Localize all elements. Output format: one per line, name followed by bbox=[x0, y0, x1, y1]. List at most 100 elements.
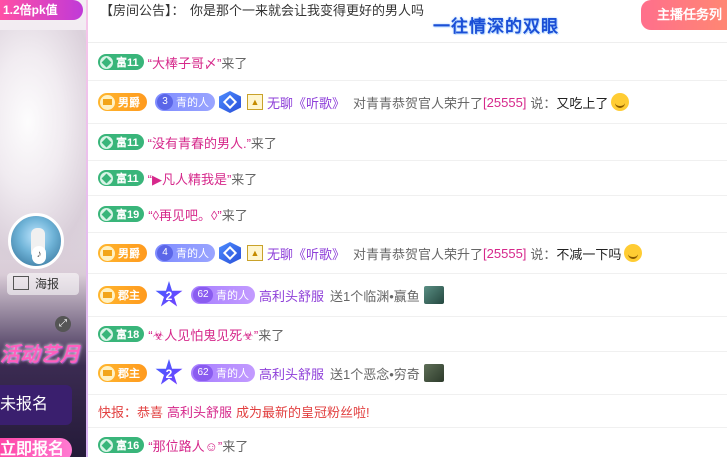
fan-badge: 62 青的人 bbox=[191, 286, 255, 304]
wealth-level: 富11 bbox=[116, 57, 139, 69]
register-button[interactable]: 立即报名 bbox=[0, 438, 72, 457]
chat-row: 郡主 2 62 青的人 高利头舒服 送1个恶念•穷奇 bbox=[88, 352, 727, 395]
image-icon bbox=[13, 276, 29, 290]
crown-icon bbox=[100, 245, 115, 261]
chat-row: 富18 “☣人见怕鬼见死☣” 来了 bbox=[88, 317, 727, 352]
chat-row: 富11 “▶凡人精我是” 来了 bbox=[88, 161, 727, 196]
enter-text: 来了 bbox=[258, 327, 285, 343]
crown-icon bbox=[100, 365, 115, 381]
star-level-icon: 2 bbox=[155, 359, 183, 385]
enter-text: 来了 bbox=[231, 171, 258, 187]
noble-title: 郡主 bbox=[118, 368, 140, 380]
fan-badge: 4 青的人 bbox=[155, 244, 215, 262]
thinking-emoji-icon bbox=[611, 93, 630, 111]
message-text: 又吃上了 bbox=[556, 95, 609, 111]
gem-icon bbox=[100, 55, 113, 69]
chat-area: 【房间公告】： 你是那个一来就会让我变得更好的男人吗 一往情深的双眼 主播任务列… bbox=[88, 0, 727, 457]
enter-text: 来了 bbox=[221, 207, 248, 223]
enter-text: 来了 bbox=[250, 135, 277, 151]
say-label: 说： bbox=[530, 95, 557, 111]
wealth-badge: 富16 bbox=[98, 437, 145, 453]
user-name[interactable]: “大棒子哥〆” bbox=[148, 53, 222, 72]
crown-icon bbox=[100, 94, 115, 110]
gem-icon bbox=[100, 171, 113, 185]
pk-badge: 1.2倍pk值 bbox=[0, 0, 83, 20]
medal-icon: ▲ bbox=[247, 94, 263, 110]
noble-title: 郡主 bbox=[118, 290, 140, 302]
user-name[interactable]: “▶凡人精我是” bbox=[148, 169, 232, 188]
message-number: [25555] bbox=[483, 94, 527, 110]
gem-icon bbox=[100, 207, 113, 221]
fan-club-name: 青的人 bbox=[176, 97, 209, 109]
chat-row: 郡主 2 62 青的人 高利头舒服 送1个临渊•赢鱼 bbox=[88, 274, 727, 317]
user-name[interactable]: “◊再见吧。◊” bbox=[148, 205, 222, 224]
wealth-badge: 富19 bbox=[98, 206, 145, 222]
thinking-emoji-icon bbox=[624, 244, 643, 262]
wealth-badge: 富11 bbox=[98, 134, 144, 150]
wealth-level: 富18 bbox=[116, 329, 140, 341]
hexagon-badge-icon bbox=[219, 242, 241, 264]
user-name[interactable]: “☣人见怕鬼见死☣” bbox=[148, 325, 258, 344]
user-name[interactable]: 高利头舒服 bbox=[259, 364, 324, 383]
anchor-task-button[interactable]: 主播任务列 bbox=[641, 0, 727, 30]
room-notice: 【房间公告】： 你是那个一来就会让我变得更好的男人吗 一往情深的双眼 主播任务列 bbox=[88, 0, 727, 43]
crown-icon bbox=[100, 287, 115, 303]
wealth-badge: 富11 bbox=[98, 54, 144, 70]
gem-icon bbox=[100, 135, 113, 149]
enter-text: 来了 bbox=[222, 438, 249, 454]
noble-title: 男爵 bbox=[118, 248, 140, 260]
fan-level: 4 bbox=[157, 245, 173, 261]
expand-icon[interactable]: ⤢ bbox=[55, 316, 71, 332]
message-mid: 对青青恭贺官人荣升了 bbox=[353, 246, 484, 262]
message-mid: 对青青恭贺官人荣升了 bbox=[353, 95, 484, 111]
noble-badge: 男爵 bbox=[98, 244, 147, 262]
wealth-level: 富16 bbox=[116, 440, 140, 452]
user-name[interactable]: 无聊《听歌》 bbox=[267, 93, 345, 112]
noble-badge: 郡主 bbox=[98, 286, 147, 304]
chat-row: 富11 “大棒子哥〆” 来了 bbox=[88, 44, 727, 81]
gift-icon bbox=[423, 364, 444, 382]
user-name[interactable]: 无聊《听歌》 bbox=[267, 244, 345, 263]
noble-title: 男爵 bbox=[118, 97, 140, 109]
notice-text: 你是那个一来就会让我变得更好的男人吗 bbox=[190, 3, 425, 18]
user-name[interactable]: “没有青春的男人.” bbox=[148, 133, 251, 152]
flash-news-row: 快报：恭喜 高利头舒服 成为最新的皇冠粉丝啦! bbox=[88, 395, 727, 428]
notice-label: 【房间公告】： bbox=[100, 3, 185, 18]
poster-button[interactable]: 海报 bbox=[7, 273, 79, 295]
room-title-art: 一往情深的双眼 bbox=[433, 17, 559, 36]
user-name[interactable]: 高利头舒服 bbox=[167, 402, 232, 421]
enter-text: 来了 bbox=[221, 55, 248, 71]
say-label: 说： bbox=[530, 246, 557, 262]
chat-row: 男爵 4 青的人 ▲ 无聊《听歌》 对青青恭贺官人荣升了 [25555] 说： 不… bbox=[88, 233, 727, 274]
chat-row: 富19 “◊再见吧。◊” 来了 bbox=[88, 196, 727, 233]
fan-badge: 62 青的人 bbox=[191, 364, 255, 382]
event-banner[interactable]: 活动艺月 bbox=[0, 338, 86, 368]
wealth-badge: 富18 bbox=[98, 326, 145, 342]
mic-icon: ♪ bbox=[32, 246, 46, 264]
gem-icon bbox=[100, 327, 113, 341]
chat-row: 男爵 3 青的人 ▲ 无聊《听歌》 对青青恭贺官人荣升了 [25555] 说： 又… bbox=[88, 81, 727, 124]
message-number: [25555] bbox=[483, 245, 527, 261]
flash-prefix: 快报：恭喜 bbox=[98, 404, 164, 420]
fan-level: 62 bbox=[193, 287, 213, 303]
user-name[interactable]: 高利头舒服 bbox=[259, 286, 324, 305]
fan-club-name: 青的人 bbox=[216, 368, 249, 380]
gift-text: 送1个恶念•穷奇 bbox=[330, 366, 420, 382]
poster-label: 海报 bbox=[35, 277, 60, 291]
gift-text: 送1个临渊•赢鱼 bbox=[330, 288, 420, 304]
message-text: 不减一下吗 bbox=[556, 246, 622, 262]
flash-suffix: 成为最新的皇冠粉丝啦! bbox=[236, 404, 370, 420]
chat-row: 富11 “没有青春的男人.” 来了 bbox=[88, 124, 727, 161]
fan-level: 3 bbox=[157, 94, 173, 110]
medal-icon: ▲ bbox=[247, 245, 263, 261]
star-level-icon: 2 bbox=[155, 281, 183, 307]
fan-club-name: 青的人 bbox=[176, 248, 209, 260]
user-name[interactable]: “那位路人☺” bbox=[148, 436, 222, 455]
hexagon-badge-icon bbox=[219, 91, 241, 113]
wealth-level: 富11 bbox=[116, 137, 139, 149]
wealth-level: 富19 bbox=[116, 209, 140, 221]
event-status: 未报名 bbox=[0, 385, 72, 425]
fan-club-name: 青的人 bbox=[216, 290, 249, 302]
noble-badge: 郡主 bbox=[98, 364, 147, 382]
wealth-badge: 富11 bbox=[98, 170, 144, 186]
